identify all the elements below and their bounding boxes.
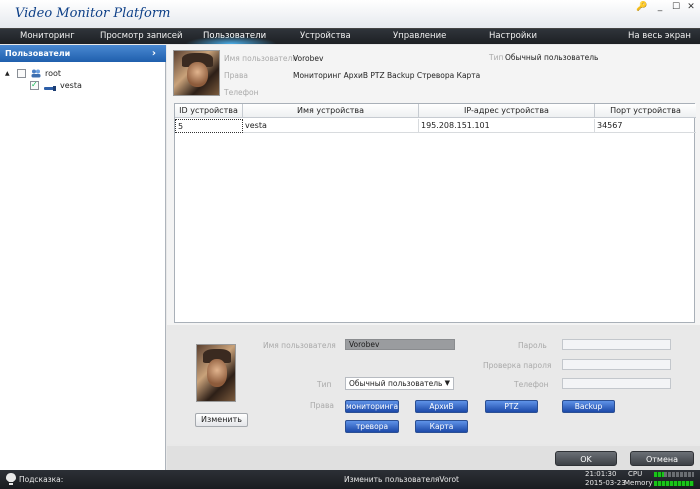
cpu-label: CPU [628, 470, 643, 478]
edit-avatar [196, 344, 236, 402]
chevron-right-icon[interactable]: › [152, 45, 156, 62]
user-details-panel: Имя пользователя Vorobev Тип Обычный пол… [167, 45, 700, 325]
tree-item-vesta[interactable]: vesta [30, 79, 160, 92]
root-checkbox[interactable] [17, 69, 26, 78]
chevron-down-icon: ▼ [444, 379, 450, 387]
tree-expander-icon[interactable]: ▲ [5, 68, 10, 80]
phone-input[interactable] [562, 378, 671, 389]
table-cell[interactable]: 34567 [595, 119, 696, 133]
type-value: Обычный пользователь [505, 53, 599, 62]
right-alarm-button[interactable]: тревора [345, 420, 399, 433]
user-type-select[interactable]: Обычный пользователь ▼ [345, 377, 454, 390]
menu-management[interactable]: Управление [393, 29, 446, 45]
menu-playback[interactable]: Просмотр записей [100, 29, 183, 45]
password-label: Пароль [518, 341, 547, 350]
app-title: Video Monitor Platform [15, 6, 171, 21]
user-avatar [173, 50, 220, 96]
users-sidebar: Пользователи › ▲ root vesta [0, 45, 166, 470]
users-group-icon [31, 69, 41, 78]
active-tab-highlight [185, 36, 277, 44]
username-field-label: Имя пользователя [263, 341, 336, 350]
sidebar-title: Пользователи [5, 49, 71, 58]
sidebar-header[interactable]: Пользователи › [0, 45, 166, 62]
tree-item-root[interactable]: ▲ root [5, 68, 155, 80]
status-message: Изменить пользователяVorot [344, 475, 459, 484]
device-icon [44, 83, 56, 91]
menu-monitoring[interactable]: Мониторинг [20, 29, 75, 45]
memory-label: Memory [624, 479, 653, 487]
key-icon[interactable]: 🔑 [636, 2, 648, 13]
confirm-password-label: Проверка пароля [483, 361, 552, 370]
main-menu: Мониторинг Просмотр записей Пользователи… [0, 28, 700, 44]
hint-label: Подсказка: [19, 475, 64, 484]
cancel-button[interactable]: Отмена [630, 451, 694, 466]
status-time: 21:01:30 [585, 470, 617, 478]
change-photo-button[interactable]: Изменить [195, 413, 248, 427]
type-field-label: Тип [317, 380, 332, 389]
right-ptz-button[interactable]: PTZ [485, 400, 538, 413]
type-label: Тип [489, 53, 504, 62]
column-header-ip[interactable]: IP-адрес устройства [419, 104, 595, 118]
column-header-name[interactable]: Имя устройства [243, 104, 419, 118]
confirm-password-input[interactable] [562, 359, 671, 370]
table-cell[interactable]: 5 [175, 119, 243, 133]
right-monitoring-button[interactable]: мониторинга [345, 400, 399, 413]
username-input[interactable]: Vorobev [345, 339, 455, 350]
table-cell[interactable]: vesta [243, 119, 419, 133]
edit-user-form: Изменить Имя пользователя Vorobev Пароль… [167, 330, 700, 444]
table-cell[interactable]: 195.208.151.101 [419, 119, 595, 133]
right-map-button[interactable]: Карта [415, 420, 468, 433]
column-header-port[interactable]: Порт устройства [595, 104, 696, 118]
close-button[interactable]: ✕ [685, 2, 697, 13]
status-bar: Подсказка: Изменить пользователяVorot 21… [0, 470, 700, 489]
menu-settings[interactable]: Настройки [489, 29, 537, 45]
memory-meter [654, 481, 694, 486]
user-type-value: Обычный пользователь [349, 379, 443, 388]
status-date: 2015-03-23 [585, 479, 626, 487]
title-bar: Video Monitor Platform 🔑 _ ☐ ✕ [0, 0, 700, 28]
device-table: ID устройства Имя устройства IP-адрес ус… [174, 103, 696, 323]
hint-icon [6, 473, 16, 485]
ok-button[interactable]: OK [555, 451, 617, 466]
rights-label: Права [224, 71, 249, 80]
username-label: Имя пользователя [224, 54, 297, 63]
rights-field-label: Права [310, 401, 335, 410]
menu-devices[interactable]: Устройства [300, 29, 351, 45]
cpu-meter [654, 472, 694, 477]
phone-field-label: Телефон [514, 380, 549, 389]
rights-value: Мониторинг АрхиВ PTZ Backup Стревора Кар… [293, 71, 481, 80]
right-backup-button[interactable]: Backup [562, 400, 615, 413]
dialog-actions: OK Отмена [167, 446, 700, 470]
tree-item-label: root [45, 69, 62, 78]
username-value: Vorobev [293, 54, 324, 63]
vesta-checkbox[interactable] [30, 79, 39, 91]
menu-fullscreen[interactable]: На весь экран [628, 29, 691, 45]
password-input[interactable] [562, 339, 671, 350]
minimize-button[interactable]: _ [654, 2, 666, 13]
right-archive-button[interactable]: АрхиВ [415, 400, 468, 413]
tree-item-label: vesta [60, 81, 82, 90]
phone-label: Телефон [224, 88, 259, 97]
maximize-button[interactable]: ☐ [670, 2, 682, 13]
column-header-id[interactable]: ID устройства [175, 104, 243, 118]
